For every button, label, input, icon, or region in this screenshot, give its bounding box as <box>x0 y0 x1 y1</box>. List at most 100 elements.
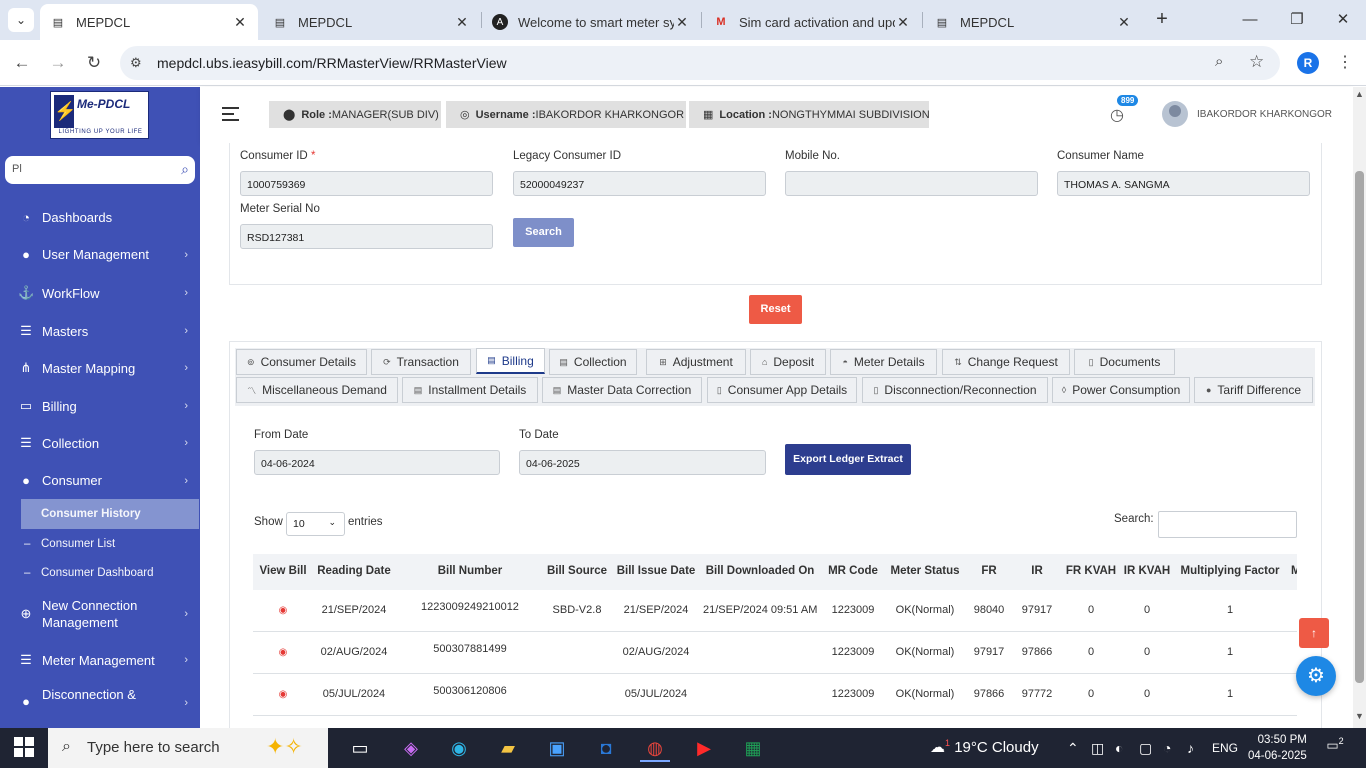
hamburger-menu-icon[interactable] <box>222 107 239 125</box>
column-header[interactable]: IR <box>1017 565 1057 577</box>
new-tab-button[interactable]: + <box>1150 8 1174 32</box>
tab-miscellaneous-demand[interactable]: 〽 Miscellaneous Demand <box>236 377 398 403</box>
entries-select[interactable]: 10 ⌄ <box>286 512 345 536</box>
taskbar-search-input[interactable]: ⌕ Type here to search ✦✧ <box>48 728 328 768</box>
close-icon[interactable]: ✕ <box>895 14 911 31</box>
scroll-up-icon[interactable]: ▲ <box>1355 89 1364 99</box>
close-icon[interactable]: ✕ <box>454 14 470 31</box>
sidebar-item-workflow[interactable]: ⚓ WorkFlow › <box>18 285 188 301</box>
url-text[interactable]: mepdcl.ubs.ieasybill.com/RRMasterView/RR… <box>157 55 507 71</box>
scroll-to-top-button[interactable]: ↑ <box>1299 618 1329 648</box>
tab-consumer-app-details[interactable]: ▯ Consumer App Details <box>707 377 857 403</box>
consumer-id-input[interactable]: 1000759369 <box>240 171 493 196</box>
column-header[interactable]: Multiplying Factor <box>1179 565 1281 577</box>
browser-menu-icon[interactable]: ⋮ <box>1337 52 1353 72</box>
column-header[interactable]: Bill Source <box>545 565 609 577</box>
display-icon[interactable]: ▢ <box>1139 740 1152 757</box>
column-header[interactable]: Bill Downloaded On <box>703 565 817 577</box>
meet-now-icon[interactable]: ◐ <box>1115 740 1123 756</box>
column-header[interactable]: FR <box>969 565 1009 577</box>
sidebar-item-disconnection[interactable]: ● Disconnection & › <box>18 687 188 709</box>
tab-installment-details[interactable]: ▤ Installment Details <box>402 377 538 403</box>
store-icon[interactable]: ▣ <box>542 734 572 762</box>
file-explorer-icon[interactable]: ▰ <box>493 734 523 762</box>
tab-consumer-details[interactable]: ⊚ Consumer Details <box>236 349 367 375</box>
close-window-button[interactable]: ✕ <box>1329 8 1357 32</box>
task-view-icon[interactable]: ▭ <box>345 734 375 762</box>
search-button[interactable]: Search <box>513 218 574 247</box>
tab-documents[interactable]: ▯ Documents <box>1074 349 1175 375</box>
browser-tab-1[interactable]: ▤ MEPDCL ✕ <box>40 4 258 40</box>
from-date-input[interactable]: 04-06-2024 <box>254 450 500 475</box>
legacy-id-input[interactable]: 52000049237 <box>513 171 766 196</box>
browser-tab-2[interactable]: ▤ MEPDCL ✕ <box>262 4 480 40</box>
sidebar-item-new-connection[interactable]: ⊕ New Connection Management › <box>18 597 188 631</box>
avatar[interactable] <box>1162 101 1188 127</box>
meter-serial-input[interactable]: RSD127381 <box>240 224 493 249</box>
sidebar-subitem-consumer-history[interactable]: Consumer History <box>21 499 199 529</box>
column-header[interactable]: Reading Date <box>313 565 395 577</box>
sidebar-item-consumer[interactable]: ● Consumer › <box>18 473 188 488</box>
column-header[interactable]: Bill Issue Date <box>613 565 699 577</box>
copilot-icon[interactable]: ◈ <box>396 734 426 762</box>
view-bill-eye-icon[interactable]: ◉ <box>253 604 313 616</box>
tab-adjustment[interactable]: ⊞ Adjustment <box>646 349 746 375</box>
bookmark-star-icon[interactable]: ☆ <box>1249 52 1264 72</box>
windows-start-icon[interactable] <box>14 737 34 757</box>
speaker-icon[interactable]: ♪ <box>1187 740 1194 756</box>
tab-search-button[interactable]: ⌄ <box>8 8 34 32</box>
column-header[interactable]: Bill Number <box>395 565 545 577</box>
show-hidden-icons-icon[interactable]: ⌃ <box>1067 740 1079 757</box>
youtube-icon[interactable]: ▶ <box>689 734 719 762</box>
browser-tab-3[interactable]: A Welcome to smart meter sys ✕ <box>482 4 700 40</box>
to-date-input[interactable]: 04-06-2025 <box>519 450 766 475</box>
view-bill-eye-icon[interactable]: ◉ <box>253 688 313 700</box>
sidebar-item-masters[interactable]: ☰ Masters › <box>18 323 188 339</box>
sidebar-subitem-consumer-dashboard[interactable]: – Consumer Dashboard <box>24 567 154 579</box>
sidebar-search-input[interactable]: Pl ⌕ <box>5 156 195 184</box>
search-icon[interactable]: ⌕ <box>181 161 189 178</box>
tab-change-request[interactable]: ⇅ Change Request <box>942 349 1070 375</box>
tray-app-icon[interactable]: ◫ <box>1091 740 1104 757</box>
address-bar[interactable]: ⚙ mepdcl.ubs.ieasybill.com/RRMasterView/… <box>120 46 1280 80</box>
excel-icon[interactable]: ▦ <box>738 734 768 762</box>
mobile-input[interactable] <box>785 171 1038 196</box>
zoom-icon[interactable]: ⌕ <box>1215 53 1223 70</box>
copilot-sparkle-icon[interactable]: ✦✧ <box>266 734 303 760</box>
export-ledger-button[interactable]: Export Ledger Extract <box>785 444 911 475</box>
sidebar-item-user-management[interactable]: ● User Management › <box>18 247 188 262</box>
tab-disconnection-reconnection[interactable]: ▯ Disconnection/Reconnection <box>862 377 1048 403</box>
close-icon[interactable]: ✕ <box>674 14 690 31</box>
edge-icon[interactable]: ◉ <box>444 734 474 762</box>
weather-widget[interactable]: ☁1 19°C Cloudy <box>930 738 1039 756</box>
column-header[interactable]: FR KVAH <box>1061 565 1121 577</box>
tab-power-consumption[interactable]: ◊ Power Consumption <box>1052 377 1190 403</box>
browser-tab-4[interactable]: M Sim card activation and upd ✕ <box>703 4 921 40</box>
tab-meter-details[interactable]: ◓ Meter Details <box>830 349 937 375</box>
sidebar-item-collection[interactable]: ☰ Collection › <box>18 435 188 451</box>
sidebar-item-meter-management[interactable]: ☰ Meter Management › <box>18 652 188 668</box>
profile-avatar[interactable]: R <box>1297 52 1319 74</box>
sidebar-item-master-mapping[interactable]: ⋔ Master Mapping › <box>18 360 188 376</box>
view-bill-eye-icon[interactable]: ◉ <box>253 646 313 658</box>
close-icon[interactable]: ✕ <box>232 14 248 31</box>
notification-center-icon[interactable]: ▭2 <box>1322 736 1348 758</box>
network-icon[interactable]: ◔ <box>1163 740 1171 756</box>
sidebar-item-dashboards[interactable]: ◔ Dashboards <box>18 210 188 225</box>
mepdcl-logo[interactable]: ⚡ Me-PDCL LIGHTING UP YOUR LIFE <box>50 91 149 139</box>
sidebar-subitem-consumer-list[interactable]: – Consumer List <box>24 538 115 550</box>
reset-button[interactable]: Reset <box>749 295 802 324</box>
language-indicator[interactable]: ENG <box>1212 741 1238 755</box>
reload-button[interactable]: ↻ <box>82 51 106 75</box>
back-button[interactable]: ← <box>10 51 34 75</box>
column-header[interactable]: MR Code <box>823 565 883 577</box>
history-icon[interactable]: ◷ <box>1110 105 1124 125</box>
tab-deposit[interactable]: ⌂ Deposit <box>750 349 826 375</box>
tab-master-data-correction[interactable]: ▤ Master Data Correction <box>542 377 702 403</box>
close-icon[interactable]: ✕ <box>1116 14 1132 31</box>
site-info-icon[interactable]: ⚙ <box>130 55 142 71</box>
outlook-icon[interactable]: ◘ <box>591 734 621 762</box>
tab-transaction[interactable]: ⟳ Transaction <box>371 349 471 375</box>
clock[interactable]: 03:50 PM 04-06-2025 <box>1248 732 1307 764</box>
sidebar-item-billing[interactable]: ▭ Billing › <box>18 398 188 414</box>
